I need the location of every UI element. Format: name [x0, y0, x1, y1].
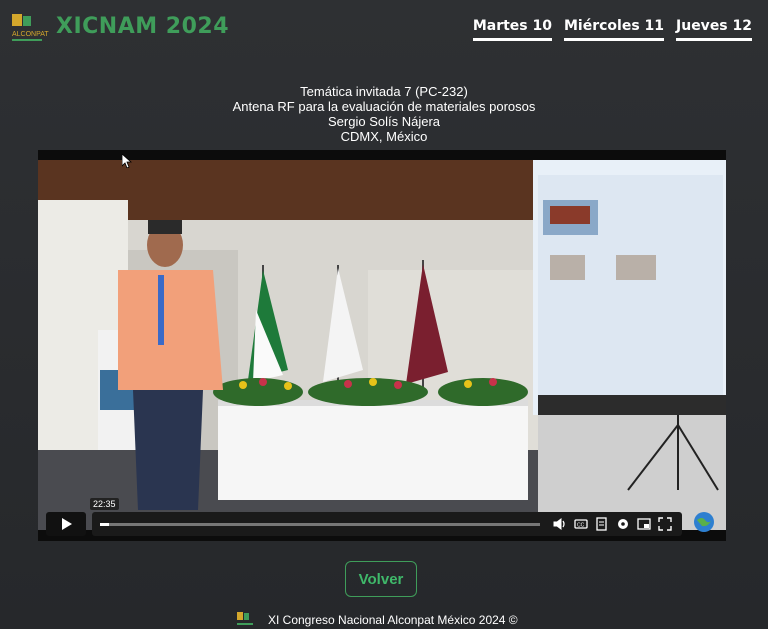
site-title: XICNAM 2024: [56, 14, 230, 39]
alconpat-logo[interactable]: ALCONPAT: [12, 14, 54, 44]
svg-text:CC: CC: [577, 523, 585, 529]
footer-logo: [237, 612, 253, 625]
day-nav: Martes 10 Miércoles 11 Jueves 12: [472, 18, 752, 41]
video-frame[interactable]: [38, 160, 726, 530]
talk-location: CDMX, México: [340, 129, 428, 144]
talk-info: Temática invitada 7 (PC-232) Antena RF p…: [0, 84, 768, 144]
back-button[interactable]: Volver: [345, 561, 417, 597]
video-player[interactable]: 22:35 CC: [38, 150, 726, 541]
footer-text: XI Congreso Nacional Alconpat México 202…: [268, 613, 518, 627]
logo-text: ALCONPAT: [12, 31, 49, 38]
header: ALCONPAT XICNAM 2024 Martes 10 Miércoles…: [0, 0, 768, 60]
vimeo-globe-icon[interactable]: [693, 511, 715, 533]
settings-icon[interactable]: [615, 516, 631, 532]
talk-topic: Temática invitada 7 (PC-232): [300, 84, 468, 99]
nav-martes[interactable]: Martes 10: [472, 18, 552, 41]
talk-speaker: Sergio Solís Nájera: [328, 114, 440, 129]
player-controls: CC: [552, 516, 673, 532]
nav-miercoles[interactable]: Miércoles 11: [563, 18, 665, 41]
volume-icon[interactable]: [552, 516, 568, 532]
progress-track[interactable]: [100, 523, 540, 526]
fullscreen-icon[interactable]: [657, 516, 673, 532]
time-tooltip: 22:35: [90, 498, 119, 510]
footer: XI Congreso Nacional Alconpat México 202…: [0, 610, 768, 629]
talk-title: Antena RF para la evaluación de material…: [232, 99, 536, 114]
pip-icon[interactable]: [636, 516, 652, 532]
progress-fill: [100, 523, 109, 526]
play-icon: [62, 518, 72, 530]
nav-jueves[interactable]: Jueves 12: [676, 18, 752, 41]
mouse-cursor-icon: [122, 154, 132, 168]
play-button[interactable]: [46, 512, 86, 536]
transcript-icon[interactable]: [594, 516, 610, 532]
captions-icon[interactable]: CC: [573, 516, 589, 532]
